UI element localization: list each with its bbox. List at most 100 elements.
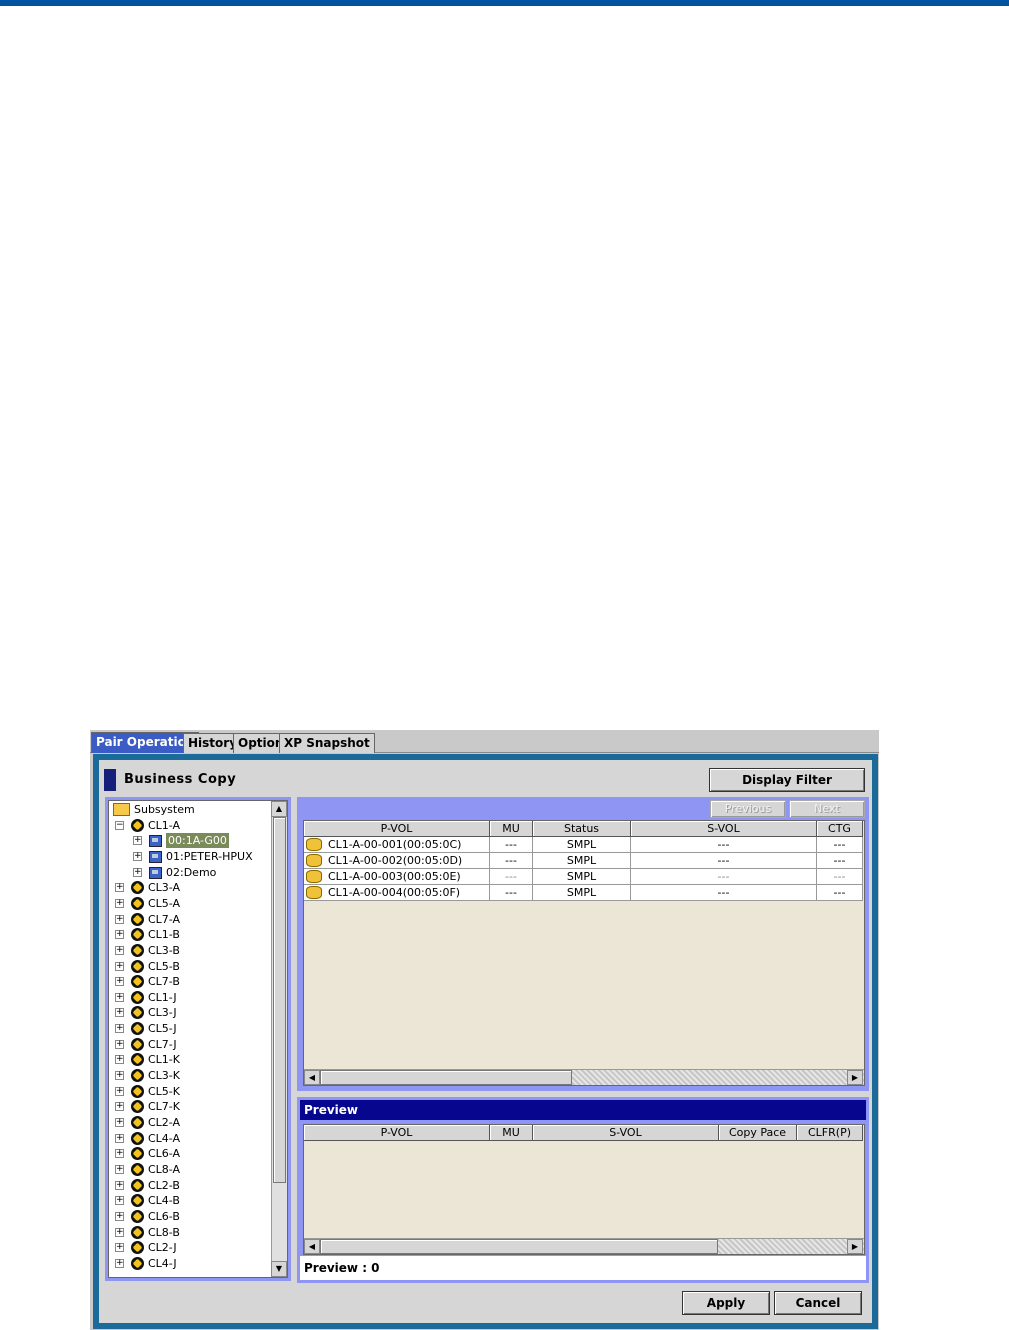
- table-row[interactable]: CL1-A-00-003(00:05:0E) --- SMPL --- ---: [304, 869, 863, 885]
- port-icon: [131, 990, 144, 1004]
- scroll-down-arrow-icon[interactable]: ▼: [271, 1261, 287, 1277]
- scroll-right-arrow-icon[interactable]: ▶: [847, 1239, 863, 1254]
- column-header-pvol[interactable]: P-VOL: [304, 821, 490, 837]
- expand-icon[interactable]: +: [115, 1039, 124, 1049]
- tree-item-port[interactable]: + CL3-A: [109, 880, 271, 895]
- subsystem-tree: Subsystem − CL1-A +00:1A-G00 +01:PETER-HPUX +…: [108, 800, 288, 1278]
- cell-mu: ---: [490, 853, 533, 868]
- expand-icon[interactable]: +: [115, 1008, 124, 1018]
- pair-table-horizontal-scrollbar[interactable]: ◀ ▶: [304, 1069, 864, 1085]
- expand-icon[interactable]: +: [115, 898, 124, 908]
- tree-item-port[interactable]: + CL5-K: [109, 1084, 271, 1099]
- tree-item-group[interactable]: +00:1A-G00: [109, 833, 271, 849]
- tree-item-port[interactable]: + CL5-A: [109, 896, 271, 911]
- tree-root-subsystem[interactable]: Subsystem: [109, 802, 271, 817]
- scroll-right-arrow-icon[interactable]: ▶: [847, 1070, 863, 1085]
- column-header-status[interactable]: Status: [533, 821, 631, 837]
- cancel-button[interactable]: Cancel: [774, 1291, 862, 1315]
- column-header-svol[interactable]: S-VOL: [631, 821, 817, 837]
- expand-icon[interactable]: +: [115, 930, 124, 940]
- preview-column-clfr[interactable]: CLFR(P): [797, 1125, 863, 1141]
- port-icon: [131, 1069, 144, 1083]
- tree-item-port[interactable]: + CL3-J: [109, 1005, 271, 1020]
- expand-icon[interactable]: +: [133, 867, 142, 877]
- next-button[interactable]: Next: [789, 800, 865, 818]
- tree-item-port[interactable]: + CL5-J: [109, 1021, 271, 1036]
- tree-item-port[interactable]: + CL7-J: [109, 1037, 271, 1052]
- expand-icon[interactable]: +: [115, 914, 124, 924]
- expand-icon[interactable]: +: [115, 1243, 124, 1253]
- tree-vertical-scrollbar[interactable]: ▲ ▼: [271, 801, 287, 1277]
- tree-item-port[interactable]: + CL2-B: [109, 1178, 271, 1193]
- tree-item-port[interactable]: + CL2-A: [109, 1115, 271, 1130]
- table-row[interactable]: CL1-A-00-004(00:05:0F) --- SMPL --- ---: [304, 885, 863, 901]
- previous-button[interactable]: Previous: [710, 800, 786, 818]
- tree-item-port[interactable]: + CL6-B: [109, 1209, 271, 1224]
- expand-icon[interactable]: +: [133, 836, 142, 846]
- expand-icon[interactable]: +: [115, 992, 124, 1002]
- table-row[interactable]: CL1-A-00-001(00:05:0C) --- SMPL --- ---: [304, 837, 863, 853]
- tree-item-port[interactable]: + CL8-B: [109, 1225, 271, 1240]
- tab-bar: Pair Operation History Option XP Snapsho…: [90, 730, 879, 753]
- scroll-left-arrow-icon[interactable]: ◀: [304, 1239, 320, 1254]
- port-icon: [131, 928, 144, 942]
- tree-item-group[interactable]: +01:PETER-HPUX: [109, 849, 271, 864]
- expand-icon[interactable]: +: [115, 1133, 124, 1143]
- tree-item-port[interactable]: + CL4-J: [109, 1256, 271, 1271]
- tree-item-port[interactable]: + CL1-K: [109, 1052, 271, 1067]
- column-header-mu[interactable]: MU: [490, 821, 533, 837]
- tree-item-port[interactable]: + CL4-B: [109, 1193, 271, 1208]
- expand-icon[interactable]: +: [115, 883, 124, 893]
- tree-item-port[interactable]: + CL3-K: [109, 1068, 271, 1083]
- tree-port-label: CL5-K: [148, 1084, 180, 1098]
- tab-xp-snapshot[interactable]: XP Snapshot: [279, 733, 375, 753]
- tree-item-port[interactable]: + CL1-B: [109, 927, 271, 942]
- table-row[interactable]: CL1-A-00-002(00:05:0D) --- SMPL --- ---: [304, 853, 863, 869]
- expand-icon[interactable]: +: [115, 1149, 124, 1159]
- expand-icon[interactable]: +: [115, 1180, 124, 1190]
- scroll-up-arrow-icon[interactable]: ▲: [271, 801, 287, 817]
- expand-icon[interactable]: +: [115, 1102, 124, 1112]
- tree-item-port[interactable]: + CL6-A: [109, 1146, 271, 1161]
- expand-icon[interactable]: +: [133, 851, 142, 861]
- tree-item-port[interactable]: − CL1-A: [109, 818, 271, 833]
- display-filter-button[interactable]: Display Filter: [709, 768, 865, 792]
- tree-item-group[interactable]: +02:Demo: [109, 865, 271, 880]
- tree-item-port[interactable]: + CL2-J: [109, 1240, 271, 1255]
- expand-icon[interactable]: +: [115, 1258, 124, 1268]
- tree-item-port[interactable]: + CL7-A: [109, 912, 271, 927]
- tree-item-port[interactable]: + CL7-K: [109, 1099, 271, 1114]
- expand-icon[interactable]: +: [115, 1024, 124, 1034]
- pair-table-scroll-thumb[interactable]: [320, 1070, 572, 1085]
- expand-icon[interactable]: +: [115, 1118, 124, 1127]
- tree-item-port[interactable]: + CL7-B: [109, 974, 271, 989]
- port-icon: [131, 1131, 144, 1145]
- expand-icon[interactable]: +: [115, 1196, 124, 1206]
- preview-column-pvol[interactable]: P-VOL: [304, 1125, 490, 1141]
- scroll-left-arrow-icon[interactable]: ◀: [304, 1070, 320, 1085]
- pair-table: P-VOL MU Status S-VOL CTG CL1-A-00-001(0…: [303, 820, 865, 1086]
- preview-horizontal-scrollbar[interactable]: ◀ ▶: [304, 1238, 864, 1254]
- tree-item-port[interactable]: + CL1-J: [109, 990, 271, 1005]
- tree-item-port[interactable]: + CL4-A: [109, 1131, 271, 1146]
- expand-icon[interactable]: +: [115, 1055, 124, 1065]
- expand-icon[interactable]: +: [115, 1227, 124, 1237]
- collapse-icon[interactable]: −: [115, 820, 124, 830]
- expand-icon[interactable]: +: [115, 977, 124, 987]
- column-header-ctg[interactable]: CTG: [817, 821, 863, 837]
- expand-icon[interactable]: +: [115, 1071, 124, 1081]
- preview-column-svol[interactable]: S-VOL: [533, 1125, 719, 1141]
- expand-icon[interactable]: +: [115, 1211, 124, 1221]
- expand-icon[interactable]: +: [115, 961, 124, 971]
- expand-icon[interactable]: +: [115, 1164, 124, 1174]
- apply-button[interactable]: Apply: [682, 1291, 770, 1315]
- tree-item-port[interactable]: + CL3-B: [109, 943, 271, 958]
- expand-icon[interactable]: +: [115, 945, 124, 955]
- preview-column-mu[interactable]: MU: [490, 1125, 533, 1141]
- preview-scroll-thumb[interactable]: [320, 1239, 718, 1254]
- expand-icon[interactable]: +: [115, 1086, 124, 1096]
- tree-item-port[interactable]: + CL8-A: [109, 1162, 271, 1177]
- tree-item-port[interactable]: + CL5-B: [109, 959, 271, 974]
- preview-column-copy-pace[interactable]: Copy Pace: [719, 1125, 797, 1141]
- tree-scroll-thumb[interactable]: [273, 817, 286, 1183]
